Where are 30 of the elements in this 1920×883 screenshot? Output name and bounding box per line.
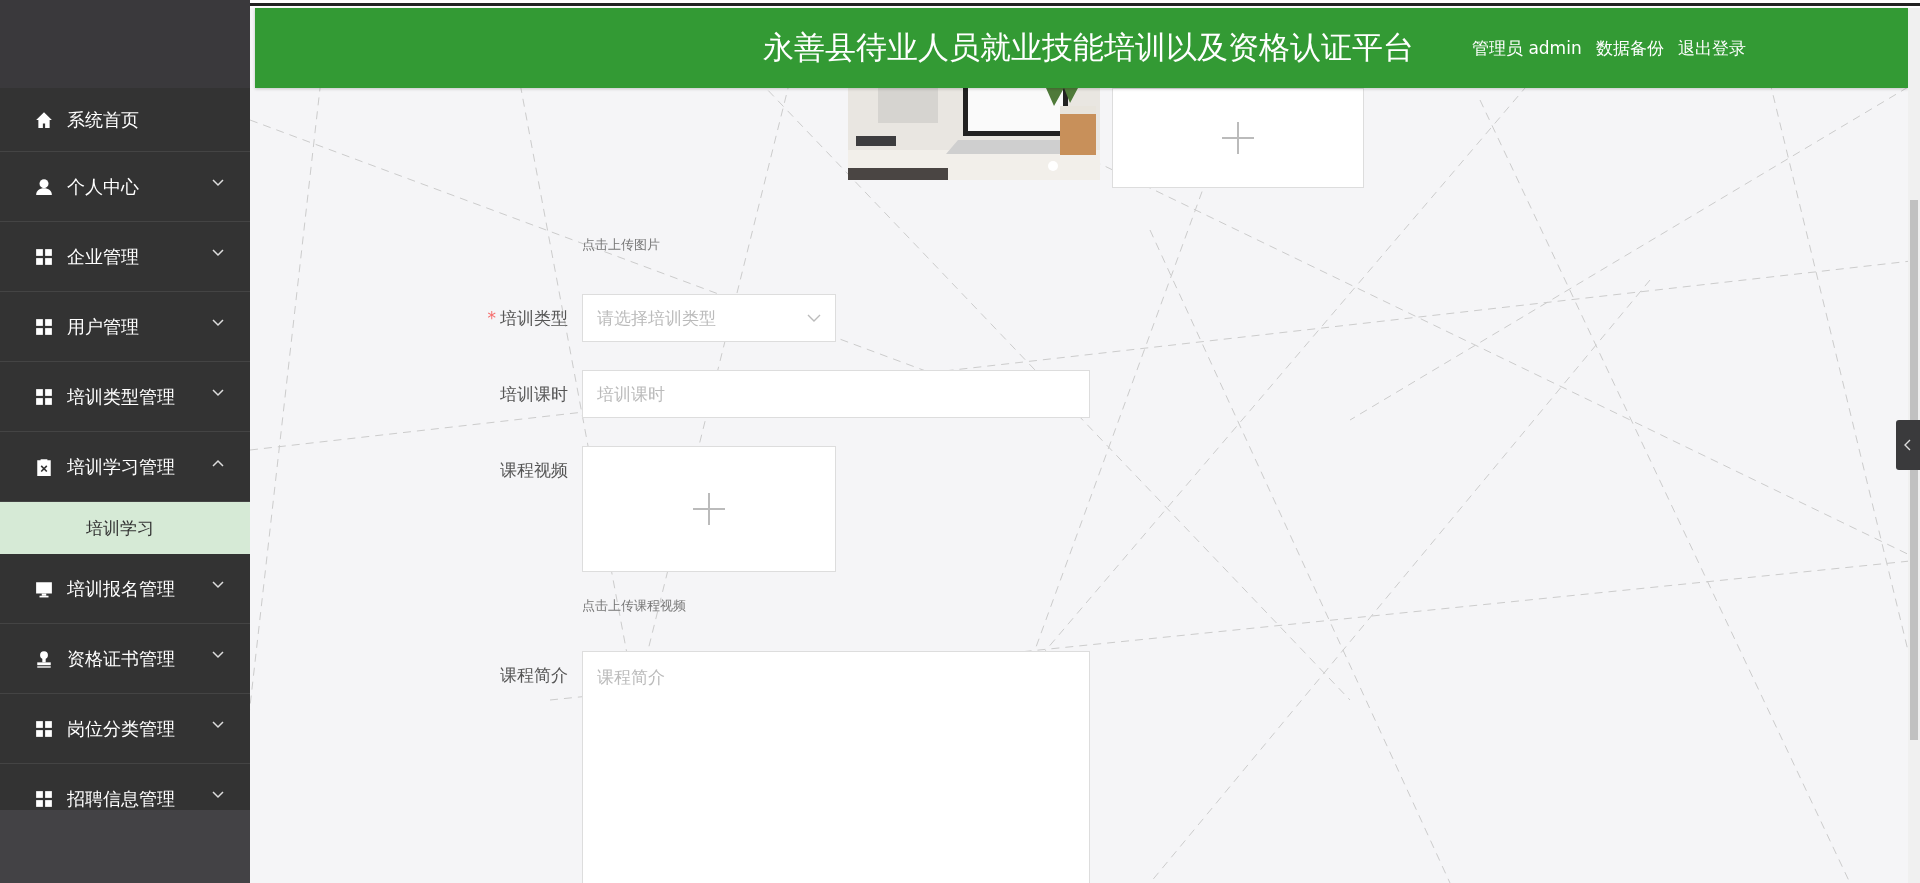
upload-hint: 点击上传课程视频 bbox=[582, 597, 687, 615]
scrollbar[interactable] bbox=[1908, 8, 1920, 883]
grid-icon bbox=[35, 789, 53, 808]
input-field[interactable]: 培训课时 bbox=[582, 370, 1090, 418]
text-area[interactable]: 课程简介 bbox=[582, 651, 1090, 883]
collapse-tab[interactable] bbox=[1896, 420, 1920, 470]
sidebar-subitem[interactable]: 培训学习 bbox=[0, 502, 250, 554]
field-label: 课程简介 bbox=[500, 664, 568, 687]
field-label: 课程视频 bbox=[500, 459, 568, 482]
grid-icon bbox=[35, 387, 53, 406]
stamp-icon bbox=[35, 649, 53, 668]
app-title: 永善县待业人员就业技能培训以及资格认证平台 bbox=[763, 28, 1414, 67]
grid-icon bbox=[35, 719, 53, 738]
chevron-left-icon bbox=[1904, 439, 1912, 451]
clipboard-icon bbox=[35, 457, 53, 476]
chevron-icon bbox=[807, 314, 821, 322]
monitor-icon bbox=[35, 579, 53, 598]
plus-icon bbox=[692, 492, 726, 526]
plus-icon bbox=[1221, 121, 1255, 155]
field-label: 培训课时 bbox=[500, 383, 568, 406]
header-link[interactable]: 管理员 admin bbox=[1472, 36, 1582, 60]
header-link[interactable]: 退出登录 bbox=[1677, 36, 1746, 60]
grid-icon bbox=[35, 317, 53, 336]
required-mark: * bbox=[487, 307, 496, 330]
grid-icon bbox=[35, 247, 53, 266]
upload-hint: 点击上传图片 bbox=[582, 236, 661, 254]
header-link[interactable]: 数据备份 bbox=[1595, 36, 1664, 60]
user-icon bbox=[35, 177, 53, 196]
home-icon bbox=[35, 110, 53, 129]
field-label: 培训类型 bbox=[500, 307, 568, 330]
